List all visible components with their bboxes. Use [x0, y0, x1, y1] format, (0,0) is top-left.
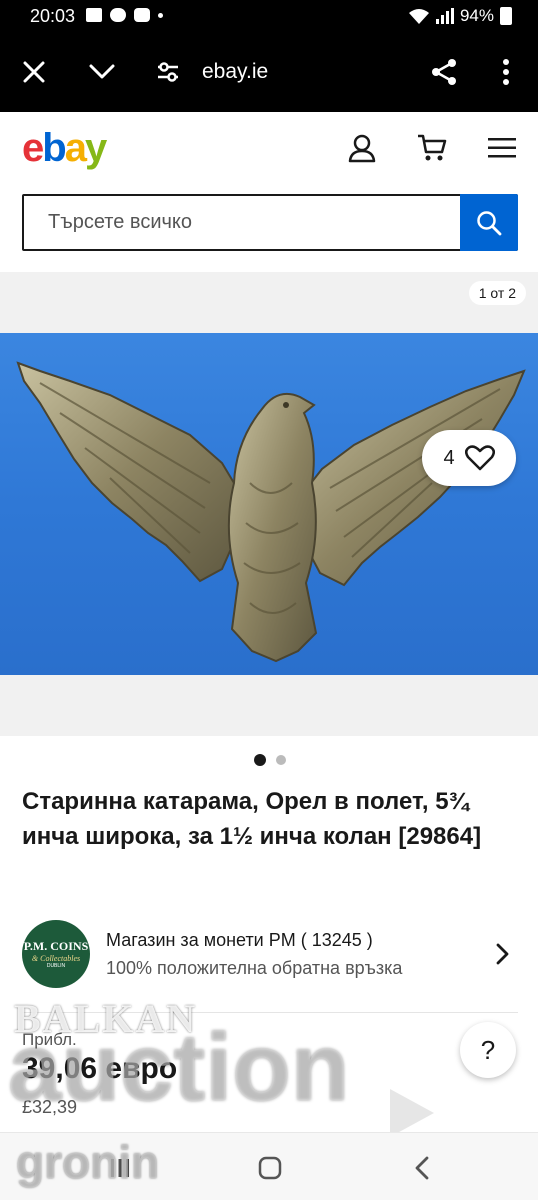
close-tab-button[interactable]: [14, 52, 54, 92]
divider: [22, 1012, 518, 1013]
more-options-button[interactable]: [486, 52, 526, 92]
search-icon: [477, 210, 502, 235]
close-icon: [23, 61, 45, 83]
seller-name: Магазин за монети PM ( 13245 ): [106, 930, 373, 950]
menu-button[interactable]: [484, 130, 520, 166]
cart-button[interactable]: [414, 130, 450, 166]
chevron-down-icon: [89, 64, 115, 79]
watch-button[interactable]: 4: [422, 430, 516, 486]
share-icon: [432, 59, 456, 85]
home-icon: [258, 1156, 282, 1180]
back-button[interactable]: [402, 1153, 442, 1183]
hamburger-menu-icon: [488, 138, 516, 158]
price-approx-label: Прибл.: [22, 1030, 77, 1049]
battery-percent: 94%: [459, 6, 494, 25]
image-counter: 1 от 2: [468, 281, 526, 305]
gallery-notification-icon: [86, 8, 102, 22]
pagination-dot-1[interactable]: [254, 754, 266, 766]
status-right: 94%: [408, 6, 512, 26]
seller-feedback: 100% положителна обратна връзка: [106, 958, 403, 978]
account-button[interactable]: [344, 130, 380, 166]
heart-icon: [464, 445, 495, 471]
watch-count: 4: [443, 446, 455, 469]
pagination-dot-2[interactable]: [276, 755, 286, 765]
eagle-buckle-image: [16, 361, 526, 663]
status-time: 20:03: [30, 6, 76, 26]
price-converted: £32,39: [22, 1097, 78, 1117]
back-icon: [415, 1156, 429, 1180]
more-notifications-icon: [158, 12, 163, 18]
image-gallery[interactable]: 1 от 2: [0, 272, 538, 736]
recent-apps-button[interactable]: [100, 1153, 140, 1183]
battery-icon: [500, 7, 512, 25]
listing-title: Старинна катарама, Орел в полет, 5¾ инча…: [22, 788, 482, 850]
user-icon: [348, 134, 376, 163]
browser-toolbar: ebay.ie: [0, 34, 538, 112]
minimize-button[interactable]: [82, 52, 122, 92]
seller-info[interactable]: P.M. COINS & Collectables DUBLIN Магазин…: [22, 918, 518, 992]
seller-logo: P.M. COINS & Collectables DUBLIN: [22, 920, 90, 988]
notification-icons: [86, 8, 163, 22]
share-button[interactable]: [424, 52, 464, 92]
recent-apps-icon: [111, 1159, 129, 1177]
search-input[interactable]: [24, 196, 460, 249]
gallery-pagination: [254, 754, 286, 766]
site-settings-button[interactable]: [148, 52, 188, 92]
wifi-icon: [408, 9, 429, 24]
search-bar: [22, 194, 518, 251]
play-icon: [390, 1089, 434, 1137]
price: 39,06 евро: [22, 1052, 178, 1085]
status-bar: 20:03 94%: [0, 0, 538, 34]
system-nav-bar: [0, 1132, 538, 1200]
url-text[interactable]: ebay.ie: [202, 60, 268, 84]
site-header: ebay: [0, 112, 538, 184]
cart-icon: [418, 134, 447, 161]
search-button[interactable]: [460, 194, 518, 251]
cloud-notification-icon: [110, 8, 126, 22]
product-image[interactable]: [0, 333, 538, 675]
ebay-logo[interactable]: ebay: [22, 126, 107, 171]
chevron-right-icon: [496, 943, 509, 965]
home-button[interactable]: [250, 1153, 290, 1183]
youtube-notification-icon: [134, 8, 150, 22]
more-vert-icon: [503, 59, 509, 85]
help-button[interactable]: ?: [460, 1022, 516, 1078]
site-settings-icon: [158, 62, 178, 82]
signal-icon: [435, 8, 454, 24]
